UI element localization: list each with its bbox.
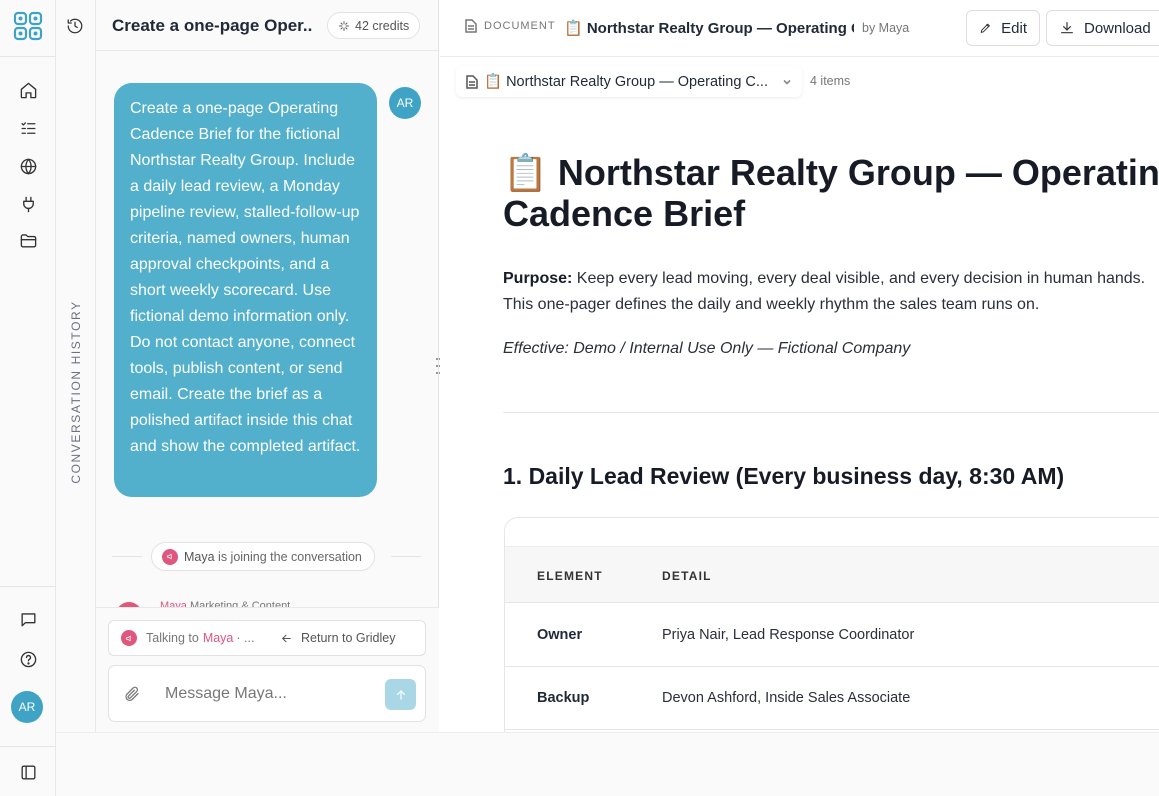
talking-prefix: Talking to [146,631,199,645]
chevron-down-icon [783,79,791,85]
table-row: Backup Devon Ashford, Inside Sales Assoc… [505,667,1159,730]
sparkle-icon [339,20,349,31]
table-cell-detail: Devon Ashford, Inside Sales Associate [662,690,911,706]
history-icon[interactable] [66,17,86,37]
purpose-paragraph: Purpose: Keep every lead moving, every d… [503,266,1159,318]
table-cell-element: Owner [537,627,583,643]
edit-label: Edit [1001,19,1027,37]
document-header: DOCUMENT 📋 Northstar Realty Group — Oper… [440,0,1159,57]
globe-icon[interactable] [15,153,41,179]
talking-to-bar: Talking to Maya · ... Return to Gridley [108,620,426,656]
arrow-up-icon [396,689,405,700]
talking-suffix: · ... [236,631,255,645]
daily-lead-review-table: ELEMENT DETAIL Owner Priya Nair, Lead Re… [504,517,1159,732]
document-pane: DOCUMENT 📋 Northstar Realty Group — Oper… [440,0,1159,732]
purpose-label: Purpose: [503,270,573,287]
table-header: ELEMENT DETAIL [505,546,1159,603]
edit-button[interactable]: Edit [966,10,1040,46]
folder-icon[interactable] [15,227,41,253]
download-icon [1061,22,1073,34]
credits-badge[interactable]: 42 credits [327,12,421,39]
table-cell-detail: Priya Nair, Lead Response Coordinator [662,627,915,643]
megaphone-icon [121,630,137,646]
document-heading: 📋 Northstar Realty Group — Operating Cad… [503,152,1159,234]
document-icon [466,74,478,89]
document-icon [465,19,477,33]
user-avatar[interactable]: AR [11,691,43,723]
divider-line [391,556,421,557]
tasks-icon[interactable] [15,115,41,141]
plug-icon[interactable] [15,191,41,217]
icon-rail: AR [0,0,56,796]
megaphone-icon [162,548,178,565]
return-to-gridley-button[interactable]: Return to Gridley [280,621,395,655]
help-icon[interactable] [15,646,41,672]
download-button[interactable]: Download [1046,10,1159,46]
download-label: Download [1084,19,1151,37]
join-notice: Maya is joining the conversation [151,542,375,571]
table-cell-element: Backup [537,690,590,706]
user-avatar: AR [389,87,421,119]
home-icon[interactable] [15,77,41,103]
chat-header-divider [96,50,439,51]
conversation-history-label[interactable]: CONVERSATION HISTORY [69,300,83,483]
return-label: Return to Gridley [301,631,396,645]
column-header-element: ELEMENT [537,569,603,583]
items-count: 4 items [810,74,851,88]
document-tag-text: DOCUMENT [484,20,556,32]
rail-divider [0,586,56,587]
composer-area: Talking to Maya · ... Return to Gridley [96,607,439,732]
file-name: 📋 Northstar Realty Group — Operating C..… [484,74,768,90]
chat-icon[interactable] [15,606,41,632]
chat-pane: Create a one-page Oper... 42 credits Cre… [96,0,439,732]
credits-text: 42 credits [355,18,410,33]
pencil-icon [980,23,990,33]
document-title-header: 📋 Northstar Realty Group — Operating C..… [564,20,854,37]
chat-title: Create a one-page Oper... [112,16,312,35]
column-header-detail: DETAIL [662,569,712,583]
document-author: by Maya [862,21,910,35]
talking-name: Maya [202,631,234,645]
paperclip-icon[interactable] [123,685,141,703]
app-logo-icon[interactable] [12,10,44,42]
effective-note: Effective: Demo / Internal Use Only — Fi… [503,340,911,357]
purpose-text: Keep every lead moving, every deal visib… [503,270,1146,313]
rail-divider [0,56,56,57]
rail-divider [0,746,56,747]
table-row: Owner Priya Nair, Lead Response Coordina… [505,604,1159,667]
section-divider [503,412,1159,413]
send-button[interactable] [385,679,416,710]
message-composer [108,665,426,722]
arrow-left-icon [282,634,291,642]
sidebar-toggle-icon[interactable] [15,759,41,785]
history-strip: CONVERSATION HISTORY [56,0,96,732]
section-heading: 1. Daily Lead Review (Every business day… [503,463,1065,489]
join-name: Maya [184,549,215,564]
document-tag: DOCUMENT [465,19,556,33]
file-selector[interactable]: 📋 Northstar Realty Group — Operating C..… [456,66,802,97]
user-message-bubble: Create a one-page Operating Cadence Brie… [114,83,377,497]
join-text: is joining the conversation [214,549,362,564]
bottom-strip [56,732,1159,796]
message-input[interactable] [165,680,375,708]
divider-line [112,556,142,557]
